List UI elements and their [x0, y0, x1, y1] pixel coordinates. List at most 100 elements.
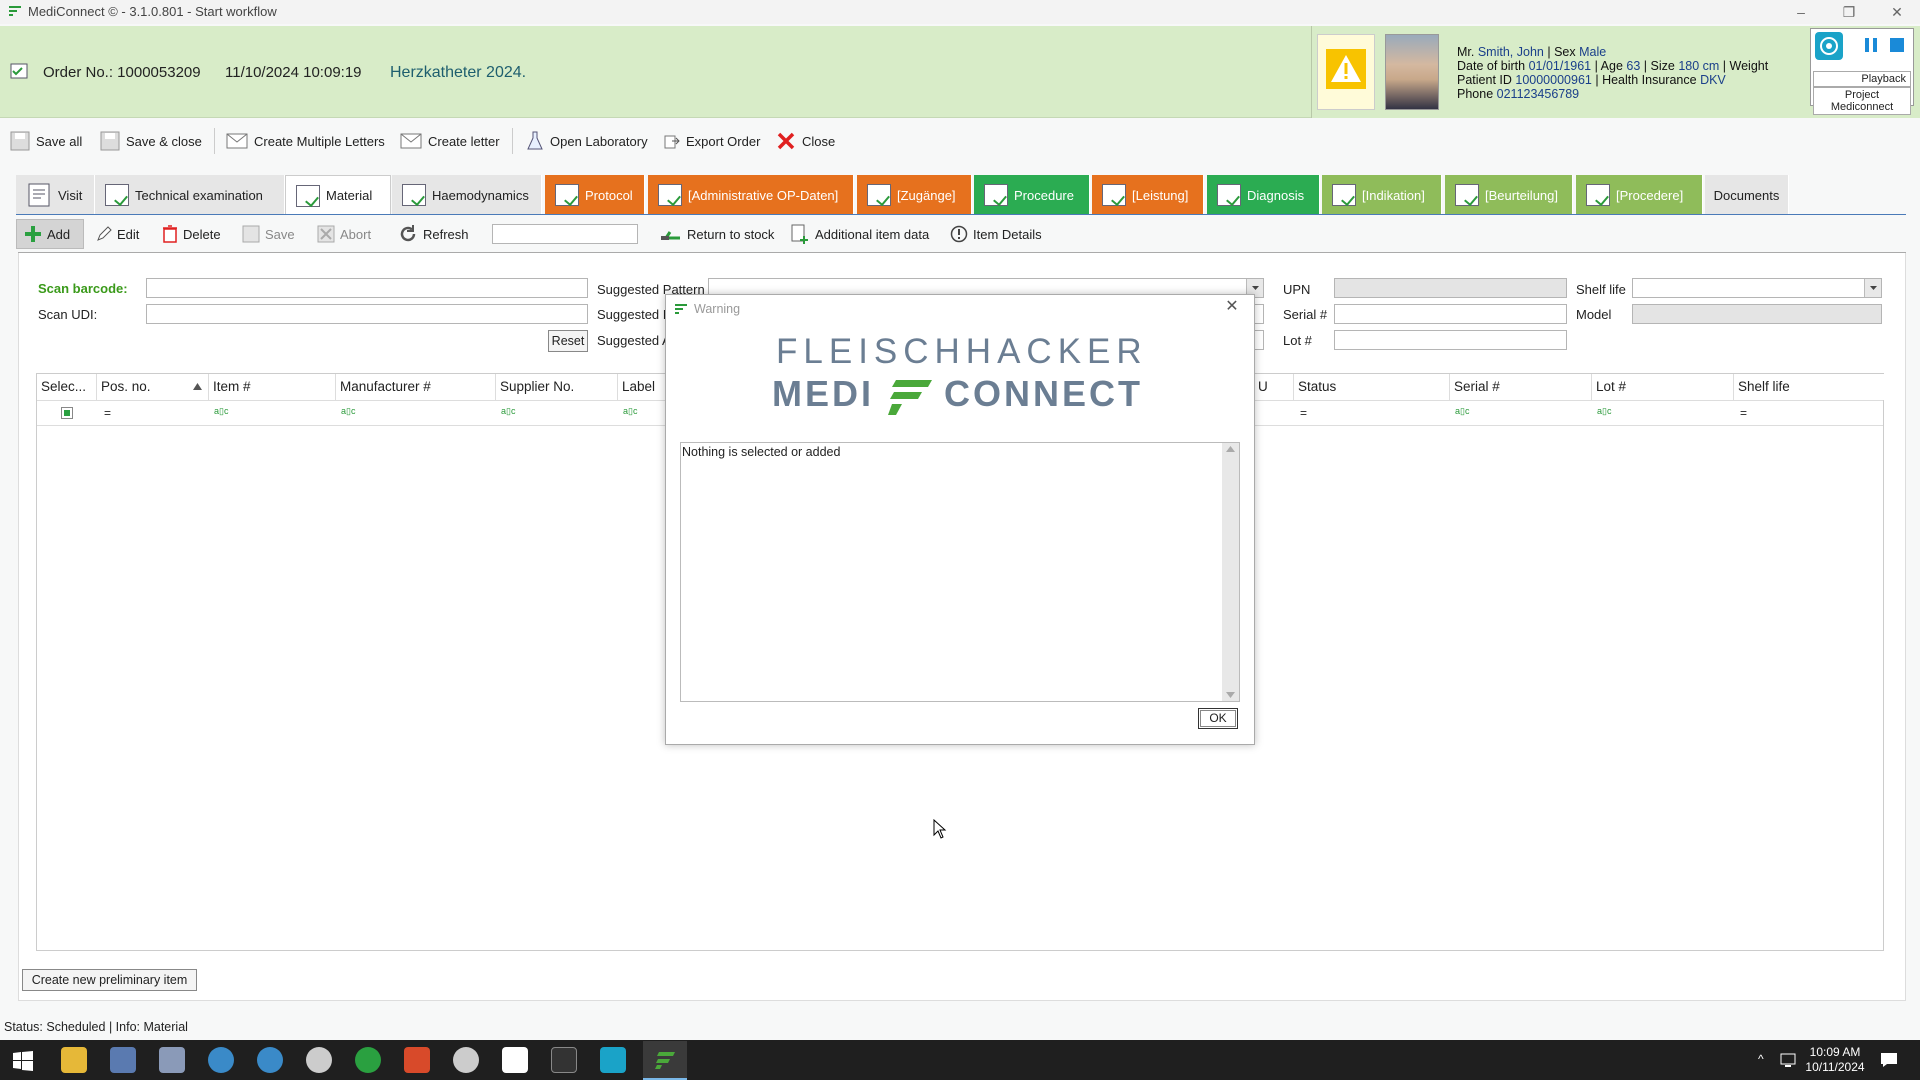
column-header-supplier[interactable]: Supplier No.	[496, 374, 618, 400]
column-header-shelf-life[interactable]: Shelf life	[1734, 374, 1884, 400]
calendar-check-icon	[1217, 184, 1241, 206]
tab-indikation[interactable]: [Indikation]	[1322, 175, 1442, 215]
app-icon[interactable]	[208, 1047, 234, 1073]
gear-icon[interactable]	[453, 1047, 479, 1073]
tray-chevron-icon[interactable]: ^	[1758, 1052, 1764, 1066]
tab-visit[interactable]: Visit	[16, 175, 95, 215]
filter-eq-icon[interactable]: =	[1300, 406, 1307, 420]
pause-icon[interactable]	[1863, 37, 1879, 53]
filter-contains-icon[interactable]: a▯c	[214, 406, 228, 417]
filter-contains-icon[interactable]: a▯c	[1597, 406, 1611, 417]
tab-material[interactable]: Material	[285, 175, 391, 215]
scan-udi-input[interactable]	[146, 304, 588, 324]
app-icon[interactable]	[502, 1047, 528, 1073]
app-icon[interactable]	[404, 1047, 430, 1073]
scroll-down-icon[interactable]	[1226, 692, 1235, 698]
filter-contains-icon[interactable]: a▯c	[341, 406, 355, 417]
item-details-button[interactable]: Item Details	[950, 222, 1042, 246]
app-icon[interactable]	[110, 1047, 136, 1073]
save-material-button[interactable]: Save	[242, 222, 295, 246]
edit-button[interactable]: Edit	[96, 222, 139, 246]
tab-diagnosis[interactable]: Diagnosis	[1207, 175, 1320, 215]
reset-button[interactable]: Reset	[548, 330, 588, 352]
gear-icon[interactable]	[306, 1047, 332, 1073]
column-header-label[interactable]: Label	[618, 374, 666, 400]
scan-barcode-input[interactable]	[146, 278, 588, 298]
file-explorer-icon[interactable]	[61, 1047, 87, 1073]
app-icon[interactable]	[355, 1047, 381, 1073]
filter-contains-icon[interactable]: a▯c	[501, 406, 515, 417]
model-input[interactable]	[1632, 304, 1882, 324]
clock[interactable]: 10:09 AM 10/11/2024	[1800, 1045, 1870, 1075]
playback-app-icon[interactable]	[600, 1047, 626, 1073]
save-close-button[interactable]: Save & close	[100, 129, 202, 153]
tab-beurteilung[interactable]: [Beurteilung]	[1445, 175, 1573, 215]
ok-button[interactable]: OK	[1198, 708, 1238, 729]
mediconnect-taskbar-item[interactable]	[643, 1041, 687, 1080]
tab-haemodynamics[interactable]: Haemodynamics	[392, 175, 542, 215]
weight-label: | Weight	[1722, 59, 1769, 73]
playback-logo-icon[interactable]	[1815, 32, 1843, 60]
column-header-serial[interactable]: Serial #	[1450, 374, 1592, 400]
stop-icon[interactable]	[1889, 37, 1905, 53]
refresh-button[interactable]: Refresh	[398, 222, 469, 246]
project-label[interactable]: Project Mediconnect	[1813, 87, 1911, 115]
tab-procedure[interactable]: Procedure	[974, 175, 1090, 215]
column-header-u[interactable]: U	[1254, 374, 1294, 400]
tab-zugaenge[interactable]: [Zugänge]	[857, 175, 972, 215]
playback-label[interactable]: Playback	[1813, 71, 1911, 87]
open-laboratory-button[interactable]: Open Laboratory	[526, 129, 648, 153]
brand-logo-icon	[888, 380, 932, 415]
create-letter-button[interactable]: Create letter	[400, 129, 500, 153]
column-header-lot[interactable]: Lot #	[1592, 374, 1734, 400]
app-icon[interactable]	[257, 1047, 283, 1073]
taskbar	[0, 1040, 1920, 1080]
column-header-status[interactable]: Status	[1294, 374, 1450, 400]
export-order-button[interactable]: Export Order	[664, 129, 760, 153]
serial-input[interactable]	[1334, 304, 1567, 324]
create-preliminary-item-button[interactable]: Create new preliminary item	[22, 969, 197, 991]
scroll-up-icon[interactable]	[1226, 446, 1235, 452]
save-all-button[interactable]: Save all	[10, 129, 82, 153]
chevron-down-icon[interactable]	[1864, 279, 1881, 297]
patient-phone: 021123456789	[1496, 87, 1580, 101]
lot-input[interactable]	[1334, 330, 1567, 350]
notification-icon[interactable]	[1880, 1052, 1898, 1068]
dialog-close-icon[interactable]: ✕	[1222, 297, 1242, 317]
filter-contains-icon[interactable]: a▯c	[623, 406, 637, 417]
terminal-icon[interactable]	[551, 1047, 577, 1073]
message-scrollbar[interactable]	[1222, 443, 1239, 701]
tab-technical-examination[interactable]: Technical examination	[95, 175, 285, 215]
upn-input[interactable]	[1334, 278, 1567, 298]
close-window-button[interactable]: ✕	[1882, 2, 1912, 22]
column-header-item[interactable]: Item #	[209, 374, 336, 400]
app-icon[interactable]	[159, 1047, 185, 1073]
column-header-select[interactable]: Selec...	[37, 374, 97, 400]
restore-button[interactable]: ❐	[1834, 2, 1864, 22]
warning-box[interactable]	[1317, 34, 1375, 110]
tab-leistung[interactable]: [Leistung]	[1092, 175, 1204, 215]
windows-start-icon[interactable]	[13, 1051, 33, 1071]
minimize-button[interactable]: –	[1786, 2, 1816, 22]
column-header-manufacturer[interactable]: Manufacturer #	[336, 374, 496, 400]
filter-eq-icon[interactable]: =	[1740, 406, 1747, 420]
add-button[interactable]: Add	[24, 222, 70, 246]
delete-label: Delete	[183, 226, 221, 242]
delete-button[interactable]: Delete	[162, 222, 221, 246]
network-icon[interactable]	[1780, 1052, 1798, 1068]
tab-procedere[interactable]: [Procedere]	[1576, 175, 1703, 215]
additional-item-data-button[interactable]: Additional item data	[790, 222, 929, 246]
column-header-pos-no[interactable]: Pos. no.	[97, 374, 209, 400]
abort-button[interactable]: Abort	[317, 222, 371, 246]
tab-administrative-op-daten[interactable]: [Administrative OP-Daten]	[648, 175, 854, 215]
tab-documents[interactable]: Documents	[1705, 175, 1789, 215]
tab-protocol[interactable]: Protocol	[545, 175, 645, 215]
return-to-stock-button[interactable]: Return to stock	[660, 222, 774, 246]
filter-contains-icon[interactable]: a▯c	[1455, 406, 1469, 417]
create-multiple-letters-button[interactable]: Create Multiple Letters	[226, 129, 385, 153]
filter-eq-icon[interactable]: =	[104, 406, 111, 420]
search-input[interactable]	[492, 224, 638, 244]
shelf-life-select[interactable]	[1632, 278, 1882, 298]
select-all-checkbox[interactable]	[61, 407, 73, 419]
close-button[interactable]: Close	[776, 129, 835, 153]
